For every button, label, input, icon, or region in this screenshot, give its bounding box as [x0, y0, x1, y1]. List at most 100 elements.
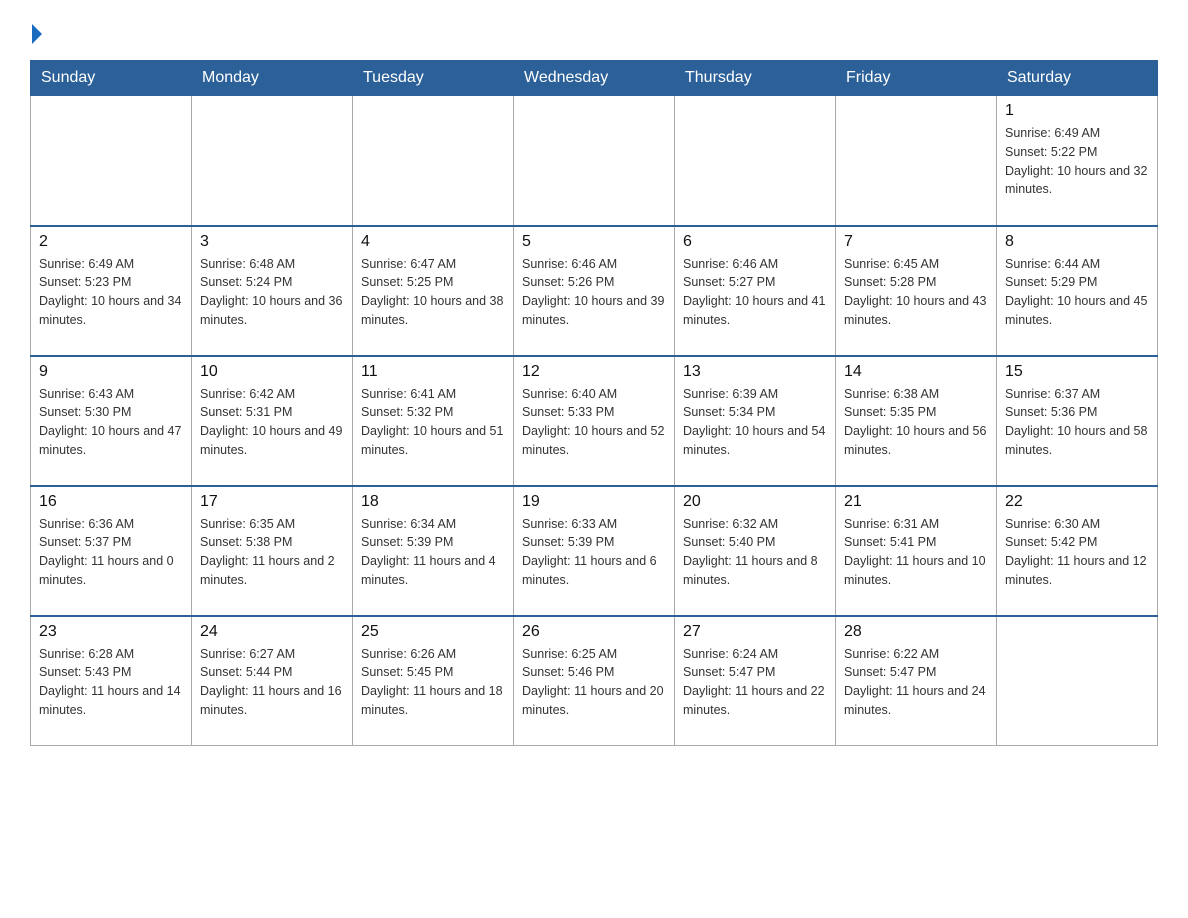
calendar-cell: 4Sunrise: 6:47 AMSunset: 5:25 PMDaylight… — [353, 226, 514, 356]
day-number: 4 — [361, 233, 505, 251]
day-info: Sunrise: 6:24 AMSunset: 5:47 PMDaylight:… — [683, 645, 827, 720]
day-number: 23 — [39, 623, 183, 641]
calendar-cell: 23 Sunrise: 6:28 AMSunset: 5:43 PMDayligh… — [31, 616, 192, 746]
day-number: 21 — [844, 493, 988, 511]
day-info: Sunrise: 6:25 AMSunset: 5:46 PMDaylight:… — [522, 645, 666, 720]
day-info: Sunrise: 6:33 AMSunset: 5:39 PMDaylight:… — [522, 515, 666, 590]
calendar-cell: 20 Sunrise: 6:32 AMSunset: 5:40 PMDayligh… — [675, 486, 836, 616]
day-number: 12 — [522, 363, 666, 381]
day-info: Sunrise: 6:37 AMSunset: 5:36 PMDaylight:… — [1005, 385, 1149, 460]
calendar-cell: 5 Sunrise: 6:46 AMSunset: 5:26 PMDaylight… — [514, 226, 675, 356]
day-number: 20 — [683, 493, 827, 511]
calendar-cell: 26 Sunrise: 6:25 AMSunset: 5:46 PMDayligh… — [514, 616, 675, 746]
day-info: Sunrise: 6:46 AMSunset: 5:26 PMDaylight:… — [522, 255, 666, 330]
calendar-cell: 9Sunrise: 6:43 AMSunset: 5:30 PMDaylight… — [31, 356, 192, 486]
day-number: 14 — [844, 363, 988, 381]
day-number: 15 — [1005, 363, 1149, 381]
calendar-table: SundayMondayTuesdayWednesdayThursdayFrid… — [30, 60, 1158, 746]
day-number: 28 — [844, 623, 988, 641]
logo-arrow-icon — [32, 24, 42, 44]
calendar-cell: 13 Sunrise: 6:39 AMSunset: 5:34 PMDayligh… — [675, 356, 836, 486]
weekday-header-friday: Friday — [836, 61, 997, 96]
day-info: Sunrise: 6:22 AMSunset: 5:47 PMDaylight:… — [844, 645, 988, 720]
day-number: 27 — [683, 623, 827, 641]
day-info: Sunrise: 6:44 AMSunset: 5:29 PMDaylight:… — [1005, 255, 1149, 330]
calendar-cell: 25 Sunrise: 6:26 AMSunset: 5:45 PMDayligh… — [353, 616, 514, 746]
weekday-header-wednesday: Wednesday — [514, 61, 675, 96]
day-number: 2 — [39, 233, 183, 251]
calendar-week-row: 16Sunrise: 6:36 AMSunset: 5:37 PMDayligh… — [31, 486, 1158, 616]
calendar-cell: 14 Sunrise: 6:38 AMSunset: 5:35 PMDayligh… — [836, 356, 997, 486]
calendar-cell: 2 Sunrise: 6:49 AMSunset: 5:23 PMDaylight… — [31, 226, 192, 356]
calendar-cell: 16Sunrise: 6:36 AMSunset: 5:37 PMDayligh… — [31, 486, 192, 616]
calendar-cell: 3 Sunrise: 6:48 AMSunset: 5:24 PMDaylight… — [192, 226, 353, 356]
day-number: 10 — [200, 363, 344, 381]
calendar-cell: 11 Sunrise: 6:41 AMSunset: 5:32 PMDayligh… — [353, 356, 514, 486]
day-info: Sunrise: 6:42 AMSunset: 5:31 PMDaylight:… — [200, 385, 344, 460]
day-info: Sunrise: 6:39 AMSunset: 5:34 PMDaylight:… — [683, 385, 827, 460]
calendar-cell: 19 Sunrise: 6:33 AMSunset: 5:39 PMDayligh… — [514, 486, 675, 616]
day-info: Sunrise: 6:38 AMSunset: 5:35 PMDaylight:… — [844, 385, 988, 460]
calendar-cell: 18Sunrise: 6:34 AMSunset: 5:39 PMDayligh… — [353, 486, 514, 616]
calendar-cell — [31, 96, 192, 226]
calendar-cell: 28 Sunrise: 6:22 AMSunset: 5:47 PMDayligh… — [836, 616, 997, 746]
calendar-week-row: 2 Sunrise: 6:49 AMSunset: 5:23 PMDaylight… — [31, 226, 1158, 356]
calendar-cell — [514, 96, 675, 226]
calendar-cell: 6 Sunrise: 6:46 AMSunset: 5:27 PMDaylight… — [675, 226, 836, 356]
day-number: 25 — [361, 623, 505, 641]
calendar-week-row: 1 Sunrise: 6:49 AMSunset: 5:22 PMDaylight… — [31, 96, 1158, 226]
weekday-header-sunday: Sunday — [31, 61, 192, 96]
day-info: Sunrise: 6:48 AMSunset: 5:24 PMDaylight:… — [200, 255, 344, 330]
day-info: Sunrise: 6:27 AMSunset: 5:44 PMDaylight:… — [200, 645, 344, 720]
calendar-header-row: SundayMondayTuesdayWednesdayThursdayFrid… — [31, 61, 1158, 96]
calendar-cell — [192, 96, 353, 226]
calendar-cell — [353, 96, 514, 226]
day-number: 6 — [683, 233, 827, 251]
weekday-header-thursday: Thursday — [675, 61, 836, 96]
day-number: 11 — [361, 363, 505, 381]
day-number: 24 — [200, 623, 344, 641]
day-number: 17 — [200, 493, 344, 511]
calendar-cell: 12 Sunrise: 6:40 AMSunset: 5:33 PMDayligh… — [514, 356, 675, 486]
day-info: Sunrise: 6:45 AMSunset: 5:28 PMDaylight:… — [844, 255, 988, 330]
day-number: 26 — [522, 623, 666, 641]
calendar-cell: 24 Sunrise: 6:27 AMSunset: 5:44 PMDayligh… — [192, 616, 353, 746]
calendar-cell: 1 Sunrise: 6:49 AMSunset: 5:22 PMDaylight… — [997, 96, 1158, 226]
day-number: 13 — [683, 363, 827, 381]
calendar-cell — [997, 616, 1158, 746]
day-info: Sunrise: 6:46 AMSunset: 5:27 PMDaylight:… — [683, 255, 827, 330]
day-info: Sunrise: 6:31 AMSunset: 5:41 PMDaylight:… — [844, 515, 988, 590]
day-info: Sunrise: 6:43 AMSunset: 5:30 PMDaylight:… — [39, 385, 183, 460]
day-info: Sunrise: 6:28 AMSunset: 5:43 PMDaylight:… — [39, 645, 183, 720]
day-number: 16 — [39, 493, 183, 511]
calendar-cell: 27 Sunrise: 6:24 AMSunset: 5:47 PMDayligh… — [675, 616, 836, 746]
day-info: Sunrise: 6:26 AMSunset: 5:45 PMDaylight:… — [361, 645, 505, 720]
day-number: 18 — [361, 493, 505, 511]
calendar-cell: 17 Sunrise: 6:35 AMSunset: 5:38 PMDayligh… — [192, 486, 353, 616]
day-info: Sunrise: 6:49 AMSunset: 5:23 PMDaylight:… — [39, 255, 183, 330]
calendar-cell: 7 Sunrise: 6:45 AMSunset: 5:28 PMDaylight… — [836, 226, 997, 356]
page-header — [30, 20, 1158, 44]
day-info: Sunrise: 6:41 AMSunset: 5:32 PMDaylight:… — [361, 385, 505, 460]
calendar-week-row: 23 Sunrise: 6:28 AMSunset: 5:43 PMDayligh… — [31, 616, 1158, 746]
calendar-cell: 15 Sunrise: 6:37 AMSunset: 5:36 PMDayligh… — [997, 356, 1158, 486]
day-number: 8 — [1005, 233, 1149, 251]
day-info: Sunrise: 6:35 AMSunset: 5:38 PMDaylight:… — [200, 515, 344, 590]
day-info: Sunrise: 6:49 AMSunset: 5:22 PMDaylight:… — [1005, 124, 1149, 199]
day-number: 1 — [1005, 102, 1149, 120]
day-number: 5 — [522, 233, 666, 251]
day-number: 3 — [200, 233, 344, 251]
weekday-header-monday: Monday — [192, 61, 353, 96]
day-number: 7 — [844, 233, 988, 251]
day-info: Sunrise: 6:32 AMSunset: 5:40 PMDaylight:… — [683, 515, 827, 590]
calendar-week-row: 9Sunrise: 6:43 AMSunset: 5:30 PMDaylight… — [31, 356, 1158, 486]
day-number: 22 — [1005, 493, 1149, 511]
calendar-cell: 8 Sunrise: 6:44 AMSunset: 5:29 PMDaylight… — [997, 226, 1158, 356]
calendar-cell: 10 Sunrise: 6:42 AMSunset: 5:31 PMDayligh… — [192, 356, 353, 486]
calendar-cell: 21 Sunrise: 6:31 AMSunset: 5:41 PMDayligh… — [836, 486, 997, 616]
day-info: Sunrise: 6:40 AMSunset: 5:33 PMDaylight:… — [522, 385, 666, 460]
weekday-header-saturday: Saturday — [997, 61, 1158, 96]
logo — [30, 20, 46, 44]
calendar-cell — [675, 96, 836, 226]
day-number: 19 — [522, 493, 666, 511]
